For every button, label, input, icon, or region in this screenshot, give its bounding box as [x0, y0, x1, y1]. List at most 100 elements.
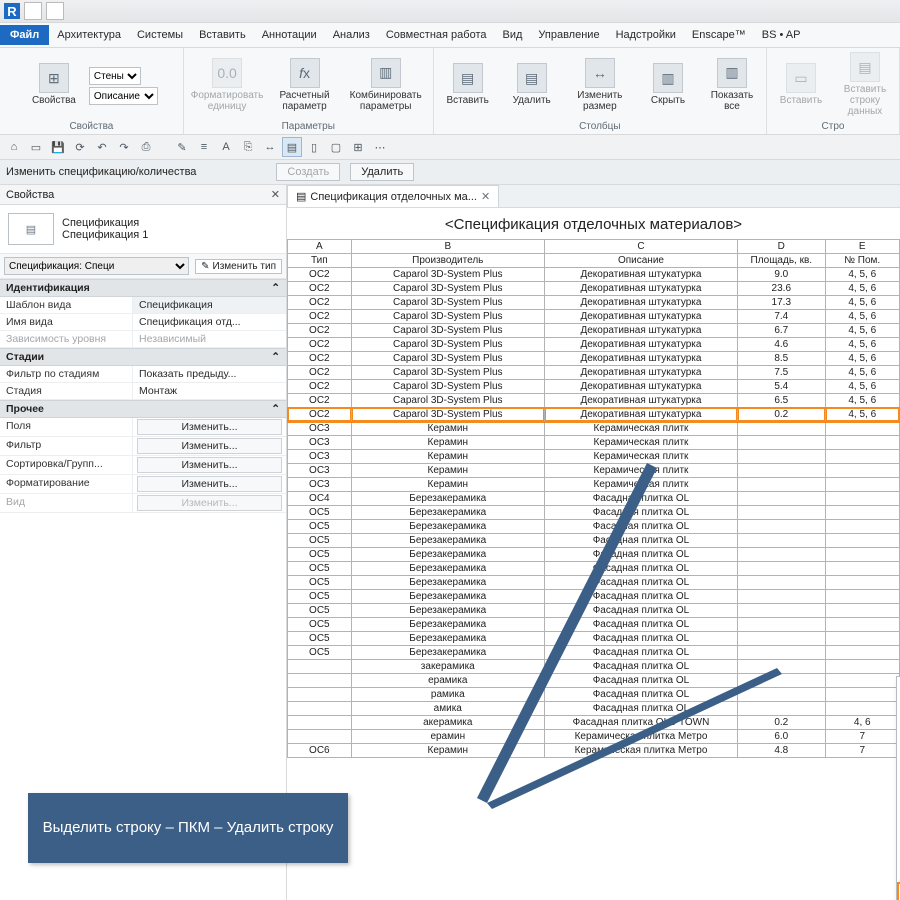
table-row[interactable]: амикаФасадная плитка OL — [288, 702, 900, 716]
table-row[interactable]: закерамикаФасадная плитка OL — [288, 660, 900, 674]
table-row[interactable]: ОС6КераминКерамическая плитка Метро4.87 — [288, 744, 900, 758]
tag-icon[interactable]: ⎘ — [238, 137, 258, 157]
table-row[interactable]: ерамикаФасадная плитка OL — [288, 674, 900, 688]
table-row[interactable]: акерамикаФасадная плитка OLD TOWN0.24, 6 — [288, 716, 900, 730]
table-row[interactable]: ОС2Caparol 3D-System PlusДекоративная шт… — [288, 380, 900, 394]
menu-item[interactable]: Аннотации — [254, 25, 325, 45]
table-row[interactable]: ОС5БерезакерамикаФасадная плитка OL — [288, 646, 900, 660]
close-icon[interactable]: ✕ — [271, 188, 280, 201]
print-icon[interactable]: ⎙ — [136, 137, 156, 157]
menu-item[interactable]: Управление — [530, 25, 607, 45]
col-header[interactable]: Площадь, кв. — [738, 254, 825, 268]
col-letter[interactable]: B — [351, 240, 544, 254]
phasefilter-value[interactable]: Показать предыду... — [133, 366, 286, 382]
more-icon[interactable]: ⋯ — [370, 137, 390, 157]
table-row[interactable]: ОС2Caparol 3D-System PlusДекоративная шт… — [288, 296, 900, 310]
delete-col-button[interactable]: ▤Удалить — [503, 61, 561, 108]
grid-icon[interactable]: ⊞ — [348, 137, 368, 157]
cat-identity[interactable]: Идентификация⌃ — [0, 279, 286, 297]
menu-item[interactable]: Системы — [129, 25, 191, 45]
schedule-table[interactable]: ABCDE ТипПроизводительОписаниеПлощадь, к… — [287, 239, 900, 758]
table-row[interactable]: ераминКерамическая плитка Метро6.07 — [288, 730, 900, 744]
show-all-button[interactable]: ▥Показать все — [703, 56, 761, 114]
calc-param-button[interactable]: fxРасчетный параметр — [271, 56, 337, 114]
col-header[interactable]: № Пом. — [825, 254, 900, 268]
template-value[interactable]: Спецификация — [133, 297, 286, 313]
schedule-icon[interactable]: ▤ — [282, 137, 302, 157]
qat-icon[interactable] — [24, 2, 42, 20]
menu-item[interactable]: BS • AP — [754, 25, 809, 45]
format-edit-button[interactable]: Изменить... — [137, 476, 282, 492]
file-menu[interactable]: Файл — [0, 25, 49, 45]
sync-icon[interactable]: ⟳ — [70, 137, 90, 157]
view-icon[interactable]: ▢ — [326, 137, 346, 157]
table-row[interactable]: ОС3КераминКерамическая плитк — [288, 422, 900, 436]
resize-col-button[interactable]: ↔Изменить размер — [567, 56, 633, 114]
menu-item[interactable]: Вставить — [191, 25, 254, 45]
home-icon[interactable]: ⌂ — [4, 137, 24, 157]
table-row[interactable]: ОС3КераминКерамическая плитк — [288, 478, 900, 492]
col-letter[interactable]: C — [544, 240, 737, 254]
hide-col-button[interactable]: ▥Скрыть — [639, 61, 697, 108]
table-row[interactable]: ОС5БерезакерамикаФасадная плитка OL — [288, 618, 900, 632]
cat-phases[interactable]: Стадии⌃ — [0, 348, 286, 366]
insert-col-button[interactable]: ▤Вставить — [439, 61, 497, 108]
measure-icon[interactable]: ✎ — [172, 137, 192, 157]
menu-item[interactable]: Надстройки — [608, 25, 684, 45]
table-row[interactable]: ОС3КераминКерамическая плитк — [288, 436, 900, 450]
table-row[interactable]: ОС2Caparol 3D-System PlusДекоративная шт… — [288, 310, 900, 324]
table-row[interactable]: ОС5БерезакерамикаФасадная плитка OL — [288, 520, 900, 534]
cat-other[interactable]: Прочее⌃ — [0, 400, 286, 418]
text-icon[interactable]: A — [216, 137, 236, 157]
table-row[interactable]: ОС3КераминКерамическая плитк — [288, 450, 900, 464]
table-row[interactable]: ОС5БерезакерамикаФасадная плитка OL — [288, 604, 900, 618]
menu-item[interactable]: Совместная работа — [378, 25, 495, 45]
table-row[interactable]: ОС5БерезакерамикаФасадная плитка OL — [288, 632, 900, 646]
filter-edit-button[interactable]: Изменить... — [137, 438, 282, 454]
col-letter[interactable]: A — [288, 240, 352, 254]
properties-button[interactable]: ⊞ Свойства — [25, 61, 83, 108]
table-row[interactable]: ОС2Caparol 3D-System PlusДекоративная шт… — [288, 268, 900, 282]
table-row[interactable]: рамикаФасадная плитка OL — [288, 688, 900, 702]
edit-type-button[interactable]: ✎Изменить тип — [195, 259, 282, 274]
open-icon[interactable]: ▭ — [26, 137, 46, 157]
combine-params-button[interactable]: ▥Комбинировать параметры — [344, 56, 428, 114]
dim-icon[interactable]: ↔ — [260, 137, 280, 157]
viewname-value[interactable]: Спецификация отд... — [133, 314, 286, 330]
undo-icon[interactable]: ↶ — [92, 137, 112, 157]
qat-icon[interactable] — [46, 2, 64, 20]
redo-icon[interactable]: ↷ — [114, 137, 134, 157]
table-row[interactable]: ОС5БерезакерамикаФасадная плитка OL — [288, 506, 900, 520]
table-row[interactable]: ОС2Caparol 3D-System PlusДекоративная шт… — [288, 324, 900, 338]
phase-value[interactable]: Монтаж — [133, 383, 286, 399]
table-row[interactable]: ОС5БерезакерамикаФасадная плитка OL — [288, 548, 900, 562]
menu-item[interactable]: Анализ — [325, 25, 378, 45]
menu-item[interactable]: Архитектура — [49, 25, 129, 45]
table-row[interactable]: ОС2Caparol 3D-System PlusДекоративная шт… — [288, 366, 900, 380]
table-row[interactable]: ОС2Caparol 3D-System PlusДекоративная шт… — [288, 338, 900, 352]
tab-schedule[interactable]: ▤ Спецификация отделочных ма... ✕ — [287, 185, 499, 207]
table-row[interactable]: ОС4БерезакерамикаФасадная плитка OL — [288, 492, 900, 506]
col-header[interactable]: Производитель — [351, 254, 544, 268]
delete-button[interactable]: Удалить — [350, 163, 414, 181]
table-row[interactable]: ОС5БерезакерамикаФасадная плитка OL — [288, 576, 900, 590]
col-header[interactable]: Описание — [544, 254, 737, 268]
align-icon[interactable]: ≡ — [194, 137, 214, 157]
table-row[interactable]: ОС2Caparol 3D-System PlusДекоративная шт… — [288, 352, 900, 366]
save-icon[interactable]: 💾 — [48, 137, 68, 157]
sort-edit-button[interactable]: Изменить... — [137, 457, 282, 473]
table-row[interactable]: ОС3КераминКерамическая плитк — [288, 464, 900, 478]
menu-item[interactable]: Enscape™ — [684, 25, 754, 45]
table-row[interactable]: ОС5БерезакерамикаФасадная плитка OL — [288, 534, 900, 548]
table-row[interactable]: ОС2Caparol 3D-System PlusДекоративная шт… — [288, 394, 900, 408]
close-tab-icon[interactable]: ✕ — [481, 190, 490, 203]
col-letter[interactable]: E — [825, 240, 900, 254]
table-row[interactable]: ОС5БерезакерамикаФасадная плитка OL — [288, 562, 900, 576]
table-row[interactable]: ОС5БерезакерамикаФасадная плитка OL — [288, 590, 900, 604]
table-row[interactable]: ОС2Caparol 3D-System PlusДекоративная шт… — [288, 408, 900, 422]
desc-select[interactable]: Описание — [89, 87, 158, 105]
fields-edit-button[interactable]: Изменить... — [137, 419, 282, 435]
table-row[interactable]: ОС2Caparol 3D-System PlusДекоративная шт… — [288, 282, 900, 296]
col-letter[interactable]: D — [738, 240, 825, 254]
section-icon[interactable]: ▯ — [304, 137, 324, 157]
